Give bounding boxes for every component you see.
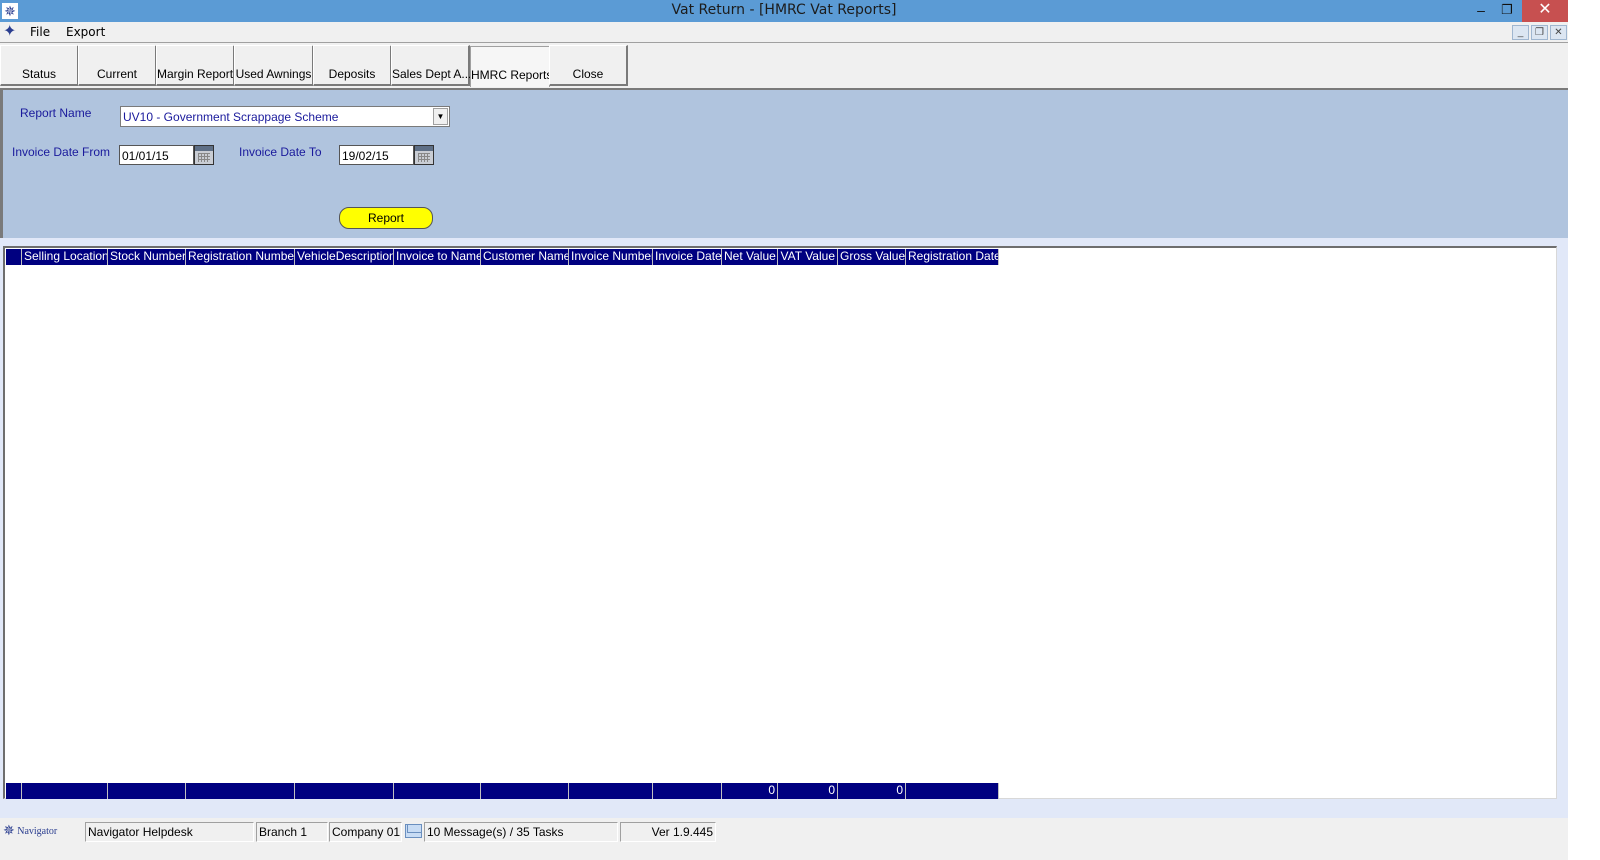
menu-bar: ✦ File Export _ ❐ ✕ (0, 22, 1568, 43)
grid-totals-row: 0 0 0 (6, 783, 999, 799)
col-invoice-number[interactable]: Invoice Number (569, 249, 653, 265)
totals-cell (108, 783, 186, 799)
col-invoice-to-name[interactable]: Invoice to Name (394, 249, 481, 265)
totals-cell (6, 783, 22, 799)
close-window-button[interactable]: ✕ (1522, 0, 1568, 22)
navigator-compass-icon: ✵ (3, 824, 15, 839)
branch-panel: Branch 1 (256, 822, 328, 842)
tab-sales-dept[interactable]: Sales Dept A... (391, 45, 471, 86)
tab-margin-report[interactable]: Margin Report (156, 45, 235, 86)
report-name-value: UV10 - Government Scrappage Scheme (123, 110, 339, 124)
invoice-date-to-value: 19/02/15 (342, 149, 389, 163)
col-vehicle-description[interactable]: VehicleDescription (295, 249, 394, 265)
invoice-date-to-label: Invoice Date To (239, 145, 322, 159)
report-name-dropdown[interactable]: UV10 - Government Scrappage Scheme ▼ (120, 106, 450, 127)
menu-file[interactable]: File (30, 25, 50, 39)
navigator-compass-icon[interactable]: ✦ (3, 24, 21, 40)
col-selling-location[interactable]: Selling Location (22, 249, 108, 265)
invoice-date-to-input[interactable]: 19/02/15 (339, 145, 414, 165)
total-net-value: 0 (722, 783, 778, 799)
tab-deposits[interactable]: Deposits (313, 45, 392, 86)
total-gross-value: 0 (838, 783, 906, 799)
report-button[interactable]: Report (339, 207, 433, 229)
tab-status[interactable]: Status (0, 45, 79, 86)
calendar-icon[interactable] (194, 145, 214, 165)
col-invoice-date[interactable]: Invoice Date (653, 249, 722, 265)
tab-hmrc-reports[interactable]: HMRC Reports (470, 46, 552, 87)
col-gross-value[interactable]: Gross Value (838, 249, 906, 265)
invoice-date-from-label: Invoice Date From (12, 145, 111, 159)
totals-cell (569, 783, 653, 799)
calendar-icon[interactable] (414, 145, 434, 165)
total-vat-value: 0 (778, 783, 838, 799)
company-panel: Company 01 (329, 822, 402, 842)
mail-icon[interactable] (405, 824, 422, 838)
menu-export[interactable]: Export (66, 25, 105, 39)
tab-current[interactable]: Current (78, 45, 157, 86)
title-bar: ✵ Vat Return - [HMRC Vat Reports] – ❐ ✕ (0, 0, 1568, 22)
navigator-logo-text: Navigator (17, 825, 58, 837)
tab-used-awnings[interactable]: Used Awnings (234, 45, 314, 86)
mdi-close-button[interactable]: ✕ (1550, 25, 1567, 40)
col-customer-name[interactable]: Customer Name (481, 249, 569, 265)
app-window: ✵ Vat Return - [HMRC Vat Reports] – ❐ ✕ … (0, 0, 1568, 860)
col-stock-number[interactable]: Stock Number (108, 249, 186, 265)
tab-close[interactable]: Close (549, 45, 628, 86)
totals-cell (394, 783, 481, 799)
totals-cell (186, 783, 295, 799)
version-panel: Ver 1.9.445 (620, 822, 716, 842)
totals-cell (653, 783, 722, 799)
col-registration-date[interactable]: Registration Date (906, 249, 999, 265)
report-name-label: Report Name (20, 106, 92, 120)
totals-cell (481, 783, 569, 799)
status-bar: ✵ Navigator Navigator Helpdesk Branch 1 … (0, 820, 1568, 844)
invoice-date-from-value: 01/01/15 (122, 149, 169, 163)
window-title: Vat Return - [HMRC Vat Reports] (671, 2, 897, 18)
col-registration-number[interactable]: Registration Number (186, 249, 295, 265)
grid-header-row: Selling Location Stock Number Registrati… (6, 249, 999, 265)
totals-cell (22, 783, 108, 799)
messages-panel[interactable]: 10 Message(s) / 35 Tasks (424, 822, 618, 842)
col-vat-value[interactable]: VAT Value (778, 249, 838, 265)
helpdesk-panel[interactable]: Navigator Helpdesk (85, 822, 254, 842)
invoice-date-from-input[interactable]: 01/01/15 (119, 145, 194, 165)
results-area: Selling Location Stock Number Registrati… (0, 238, 1568, 818)
totals-cell (906, 783, 999, 799)
maximize-button[interactable]: ❐ (1492, 0, 1522, 22)
mdi-minimize-button[interactable]: _ (1512, 25, 1529, 40)
col-net-value[interactable]: Net Value (722, 249, 778, 265)
grid-row-selector-header[interactable] (6, 249, 22, 265)
mdi-restore-button[interactable]: ❐ (1531, 25, 1548, 40)
dropdown-arrow-icon[interactable]: ▼ (433, 108, 448, 125)
tab-bar: Status Current Margin Report Used Awning… (0, 44, 1568, 87)
filter-panel: Report Name UV10 - Government Scrappage … (0, 88, 1568, 238)
navigator-logo: ✵ Navigator (3, 823, 57, 840)
totals-cell (295, 783, 394, 799)
results-grid[interactable]: Selling Location Stock Number Registrati… (3, 246, 1557, 799)
